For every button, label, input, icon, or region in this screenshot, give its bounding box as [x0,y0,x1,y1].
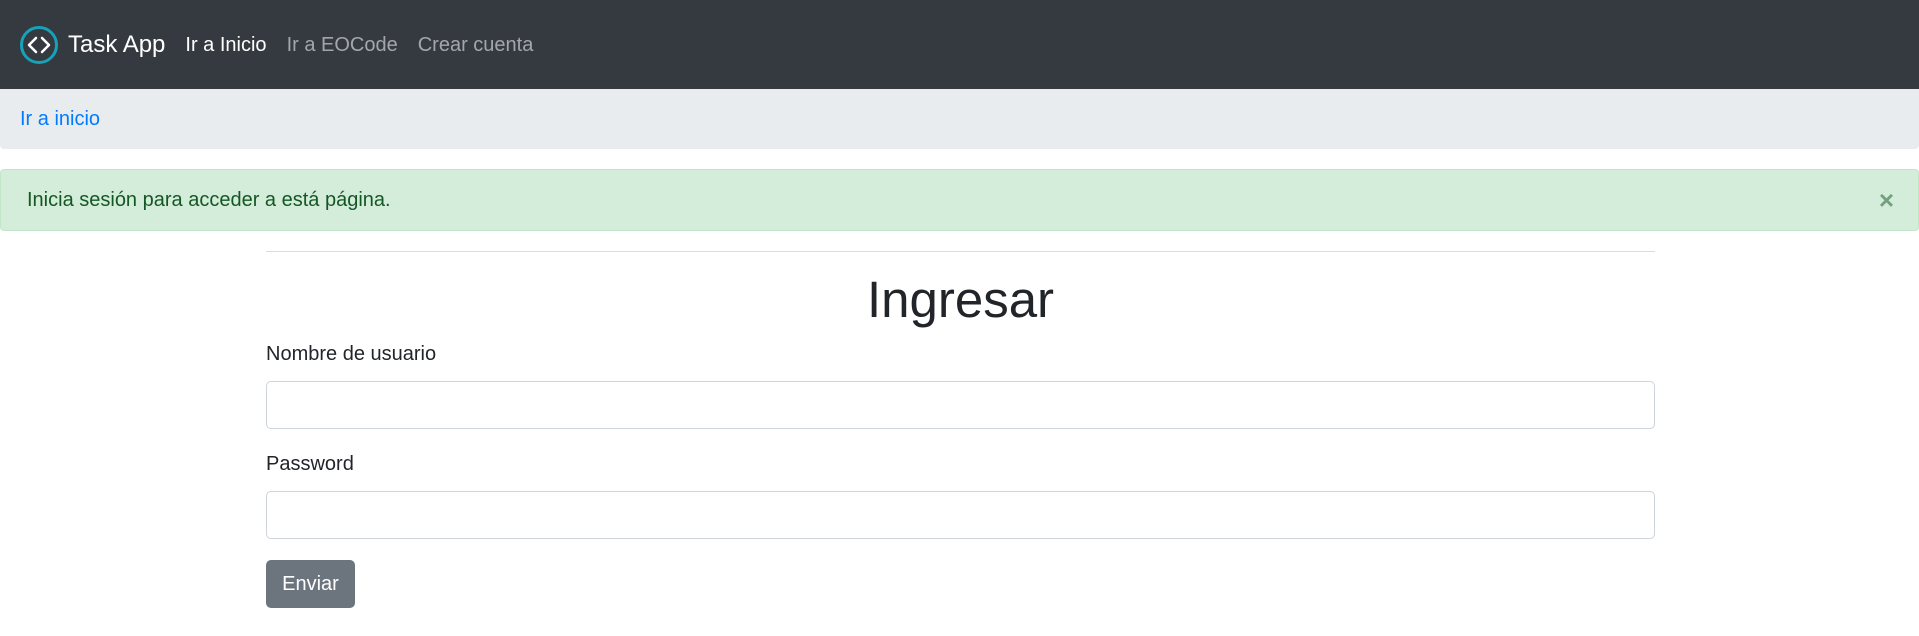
top-navbar: Task App Ir a Inicio Ir a EOCode Crear c… [0,0,1919,89]
brand-name: Task App [68,30,166,58]
alert-message: Inicia sesión para acceder a está página… [27,188,391,211]
success-alert: Inicia sesión para acceder a está página… [0,169,1919,231]
submit-button[interactable]: Enviar [266,560,355,608]
nav-link-crear-cuenta[interactable]: Crear cuenta [418,35,534,55]
page-title: Ingresar [866,271,1055,328]
close-icon[interactable]: × [1879,187,1894,213]
login-form-container: Ingresar Nombre de usuario Password Envi… [266,251,1655,608]
breadcrumb-link-inicio[interactable]: Ir a inicio [20,108,100,131]
nav-link-inicio[interactable]: Ir a Inicio [185,35,266,55]
username-label: Nombre de usuario [266,343,437,365]
brand-link[interactable]: Task App [19,25,165,65]
username-input[interactable] [266,381,1655,429]
divider [266,251,1655,252]
nav-link-eocode[interactable]: Ir a EOCode [287,35,398,55]
password-input[interactable] [266,491,1655,539]
code-brackets-circle-icon [20,25,58,64]
password-label: Password [266,453,354,475]
breadcrumb: Ir a inicio [0,89,1919,149]
